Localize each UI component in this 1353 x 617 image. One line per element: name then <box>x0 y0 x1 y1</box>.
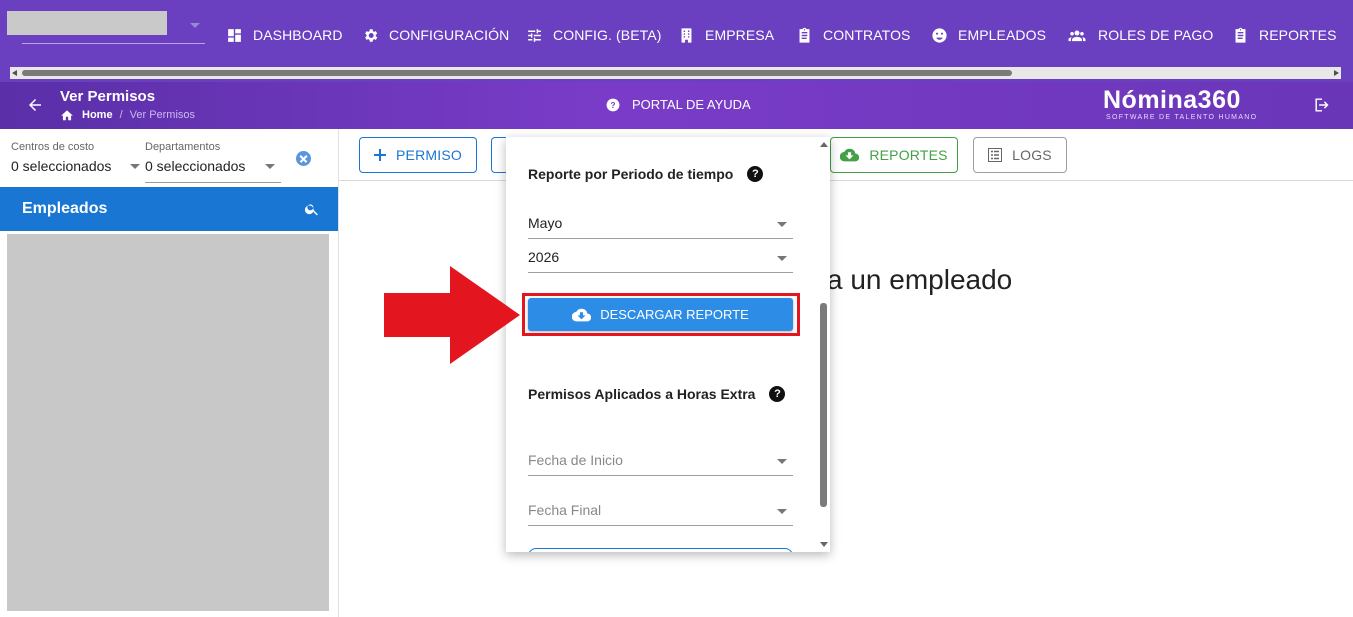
cloud-download-icon <box>840 148 860 162</box>
overtime-permits-section: Permisos Aplicados a Horas Extra ? <box>528 386 786 402</box>
period-report-title: Reporte por Periodo de tiempo <box>528 166 734 182</box>
chevron-down-icon <box>777 222 787 227</box>
nav-label: DASHBOARD <box>253 27 343 43</box>
nav-empresa[interactable]: EMPRESA <box>678 24 774 46</box>
face-icon <box>932 27 947 43</box>
group-icon <box>1068 30 1086 41</box>
select-employee-message: a un empleado <box>827 264 1013 295</box>
clear-filters-icon[interactable] <box>296 151 311 166</box>
report-icon <box>1235 27 1246 43</box>
help-portal-label: PORTAL DE AYUDA <box>632 97 751 112</box>
nav-config-beta[interactable]: CONFIG. (BETA) <box>526 24 661 46</box>
horizontal-scrollbar[interactable] <box>10 67 1341 79</box>
overtime-report-button[interactable] <box>528 548 793 552</box>
nav-empleados[interactable]: EMPLEADOS <box>931 24 1046 46</box>
logs-label: LOGS <box>1012 147 1052 163</box>
departments-select[interactable]: 0 seleccionados <box>145 158 245 174</box>
employees-title: Empleados <box>22 200 108 217</box>
month-select[interactable]: Mayo <box>528 209 793 239</box>
breadcrumb-current: Ver Permisos <box>129 109 196 121</box>
gear-icon <box>365 28 378 42</box>
brand-logo: Nómina360 <box>1103 86 1241 114</box>
panel-scrollbar-thumb[interactable] <box>820 303 827 507</box>
highlight-box <box>522 293 800 336</box>
end-date-placeholder: Fecha Final <box>528 502 602 518</box>
breadcrumb-separator: / <box>119 109 123 121</box>
nav-configuracion[interactable]: CONFIGURACIÓN <box>362 24 509 46</box>
start-date-select[interactable]: Fecha de Inicio <box>528 446 793 476</box>
end-date-select[interactable]: Fecha Final <box>528 496 793 526</box>
nav-label: REPORTES <box>1259 27 1337 43</box>
scroll-down-icon[interactable] <box>820 542 828 547</box>
year-select[interactable]: 2026 <box>528 243 793 273</box>
building-icon <box>681 27 692 43</box>
help-icon[interactable]: ? <box>747 166 764 182</box>
add-permiso-label: PERMISO <box>396 147 462 163</box>
clipboard-icon <box>799 27 810 43</box>
start-date-placeholder: Fecha de Inicio <box>528 452 623 468</box>
nav-label: CONFIG. (BETA) <box>553 27 662 43</box>
cost-centers-label: Centros de costo <box>11 141 95 153</box>
month-value: Mayo <box>528 215 563 231</box>
plus-icon <box>374 149 387 161</box>
search-icon[interactable] <box>304 201 320 217</box>
help-portal-link[interactable]: ? PORTAL DE AYUDA <box>606 97 751 112</box>
nav-dashboard[interactable]: DASHBOARD <box>226 24 343 46</box>
reportes-label: REPORTES <box>869 147 948 163</box>
scroll-left-icon[interactable] <box>12 70 17 76</box>
dashboard-icon <box>228 28 241 42</box>
top-navbar: DASHBOARD CONFIGURACIÓN CONFIG. (BETA) E… <box>0 0 1353 82</box>
brand-tagline: SOFTWARE DE TALENTO HUMANO <box>1106 114 1258 121</box>
chevron-down-icon[interactable] <box>190 23 200 28</box>
breadcrumb-home[interactable]: Home <box>82 109 113 121</box>
nav-label: EMPLEADOS <box>958 27 1047 43</box>
page-title: Ver Permisos <box>60 88 156 105</box>
add-permiso-button[interactable]: PERMISO <box>359 137 477 173</box>
nav-reportes[interactable]: REPORTES <box>1232 24 1337 46</box>
home-icon <box>61 110 73 121</box>
help-icon[interactable]: ? <box>769 386 786 402</box>
report-dropdown-panel: Reporte por Periodo de tiempo ? Mayo 202… <box>506 137 830 552</box>
panel-scrollbar[interactable] <box>818 137 830 552</box>
logout-icon[interactable] <box>1313 97 1331 113</box>
chevron-down-icon[interactable] <box>130 164 140 169</box>
chevron-down-icon <box>777 256 787 261</box>
company-selector[interactable] <box>7 11 167 35</box>
logs-button[interactable]: LOGS <box>973 137 1067 173</box>
company-selector-underline <box>22 43 205 44</box>
chevron-down-icon <box>777 509 787 514</box>
chevron-down-icon <box>777 459 787 464</box>
nav-contratos[interactable]: CONTRATOS <box>796 24 911 46</box>
nav-label: CONFIGURACIÓN <box>389 27 510 43</box>
overtime-permits-title: Permisos Aplicados a Horas Extra <box>528 386 756 402</box>
annotation-arrow-icon <box>384 266 520 364</box>
svg-text:?: ? <box>611 100 616 109</box>
back-arrow-icon[interactable] <box>26 96 44 114</box>
departments-underline <box>145 182 281 183</box>
nav-roles-de-pago[interactable]: ROLES DE PAGO <box>1066 24 1213 46</box>
scroll-right-icon[interactable] <box>1334 70 1339 76</box>
chevron-down-icon[interactable] <box>265 164 275 169</box>
toolbar-divider <box>339 180 1353 181</box>
employees-list[interactable] <box>7 234 329 611</box>
nav-label: EMPRESA <box>705 27 775 43</box>
nav-label: CONTRATOS <box>823 27 911 43</box>
sidebar-divider <box>338 129 339 617</box>
help-circle-icon: ? <box>606 98 620 111</box>
scrollbar-thumb[interactable] <box>22 70 1012 76</box>
nav-label: ROLES DE PAGO <box>1098 27 1214 43</box>
cost-centers-select[interactable]: 0 seleccionados <box>11 158 111 174</box>
departments-label: Departamentos <box>145 141 221 153</box>
period-report-section: Reporte por Periodo de tiempo ? <box>528 166 764 182</box>
tune-icon <box>528 28 541 42</box>
list-icon <box>988 148 1003 162</box>
year-value: 2026 <box>528 249 560 265</box>
breadcrumb: Home / Ver Permisos <box>60 109 195 121</box>
scroll-up-icon[interactable] <box>820 142 828 147</box>
reportes-button[interactable]: REPORTES <box>830 137 958 173</box>
